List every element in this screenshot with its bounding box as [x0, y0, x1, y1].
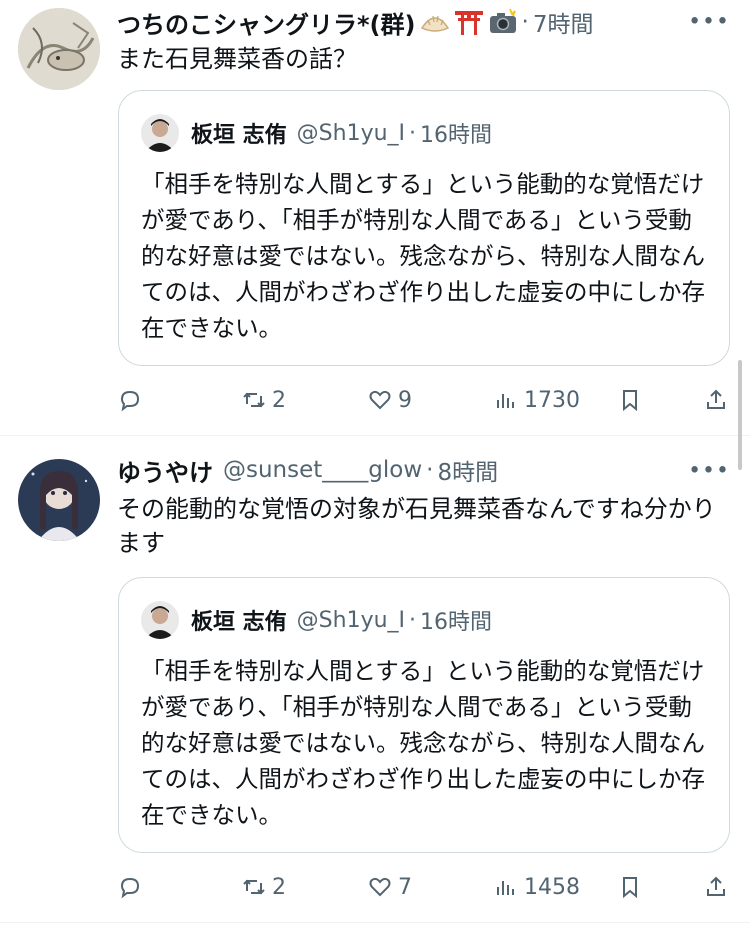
share-icon — [707, 389, 725, 409]
quote-timestamp: 16時間 — [420, 123, 493, 148]
avatar-image-anime-girl — [18, 459, 100, 541]
more-options-icon[interactable]: ••• — [688, 459, 730, 484]
quoted-tweet[interactable]: 板垣 志侑 @Sh1yu_I · 16時間 「相手を特別な人間とする」という能動… — [118, 577, 730, 853]
timestamp[interactable]: 7時間 — [533, 5, 594, 39]
quote-author-name: 板垣 志侑 — [191, 123, 287, 148]
views-button[interactable]: 1458 — [494, 867, 580, 907]
repost-button[interactable]: 2 — [242, 867, 286, 907]
author-handle[interactable]: @sunset____glow — [223, 457, 422, 483]
bookmark-icon — [623, 390, 637, 412]
bookmark-button[interactable] — [618, 380, 642, 420]
quote-avatar — [141, 114, 179, 152]
dumpling-icon — [420, 8, 450, 36]
author-name[interactable]: つちのこシャングリラ*(群) — [117, 5, 416, 40]
views-icon — [497, 881, 514, 895]
heart-icon — [369, 877, 391, 897]
bookmark-icon — [623, 877, 637, 899]
tweet-1[interactable]: つちのこシャングリラ*(群) · 7時間 ••• また石見舞菜香の話？ 板垣 志… — [0, 0, 750, 435]
tweet-header: つちのこシャングリラ*(群) · 7時間 — [117, 2, 730, 42]
avatar[interactable] — [18, 459, 100, 541]
separator: · — [521, 9, 529, 35]
repost-icon — [243, 392, 265, 408]
quote-author-name: 板垣 志侑 — [191, 610, 287, 635]
author-name[interactable]: ゆうやけ — [117, 453, 213, 488]
avatar-image-sketch — [18, 8, 100, 90]
share-button[interactable] — [704, 380, 728, 420]
repost-icon — [243, 879, 265, 895]
tweet-divider — [0, 922, 750, 923]
separator: · — [426, 457, 434, 483]
quote-header: 板垣 志侑 @Sh1yu_I · 16時間 — [141, 600, 492, 640]
views-button[interactable]: 1730 — [494, 380, 580, 420]
share-button[interactable] — [704, 867, 728, 907]
like-button[interactable]: 9 — [368, 380, 412, 420]
tweet-text: その能動的な覚悟の対象が石見舞菜香なんですね分かります — [117, 495, 716, 557]
more-options-icon[interactable]: ••• — [688, 10, 730, 35]
quote-handle: @Sh1yu_I — [296, 120, 406, 146]
separator: · — [409, 607, 417, 633]
quote-handle: @Sh1yu_I — [296, 607, 406, 633]
view-count: 1730 — [524, 387, 580, 413]
camera-flash-icon — [488, 8, 518, 36]
repost-button[interactable]: 2 — [242, 380, 286, 420]
repost-count: 2 — [272, 874, 286, 900]
tweet-actions: 2 9 1730 — [118, 380, 730, 420]
quote-text: 「相手を特別な人間とする」という能動的な覚悟だけが愛であり、「相手が特別な人間で… — [141, 657, 705, 829]
repost-count: 2 — [272, 387, 286, 413]
tweet-2[interactable]: ゆうやけ @sunset____glow · 8時間 ••• その能動的な覚悟の… — [0, 436, 750, 930]
reply-button[interactable] — [118, 380, 142, 420]
like-count: 9 — [398, 387, 412, 413]
quote-header: 板垣 志侑 @Sh1yu_I · 16時間 — [141, 113, 492, 153]
like-count: 7 — [398, 874, 412, 900]
tweet-header: ゆうやけ @sunset____glow · 8時間 — [117, 450, 730, 490]
heart-icon — [369, 390, 391, 410]
timestamp[interactable]: 8時間 — [437, 453, 498, 487]
torii-icon — [454, 8, 484, 36]
tweet-actions: 2 7 1458 — [118, 867, 730, 907]
bookmark-button[interactable] — [618, 867, 642, 907]
quote-text: 「相手を特別な人間とする」という能動的な覚悟だけが愛であり、「相手が特別な人間で… — [141, 170, 705, 342]
quote-timestamp: 16時間 — [420, 610, 493, 635]
avatar[interactable] — [18, 8, 100, 90]
reply-button[interactable] — [118, 867, 142, 907]
scrollbar[interactable] — [738, 360, 742, 470]
reply-icon — [120, 390, 140, 412]
share-icon — [707, 876, 725, 896]
view-count: 1458 — [524, 874, 580, 900]
views-icon — [497, 394, 514, 408]
tweet-text: また石見舞菜香の話？ — [117, 45, 357, 73]
reply-icon — [120, 877, 140, 899]
quoted-tweet[interactable]: 板垣 志侑 @Sh1yu_I · 16時間 「相手を特別な人間とする」という能動… — [118, 90, 730, 366]
separator: · — [409, 120, 417, 146]
like-button[interactable]: 7 — [368, 867, 412, 907]
quote-avatar — [141, 601, 179, 639]
